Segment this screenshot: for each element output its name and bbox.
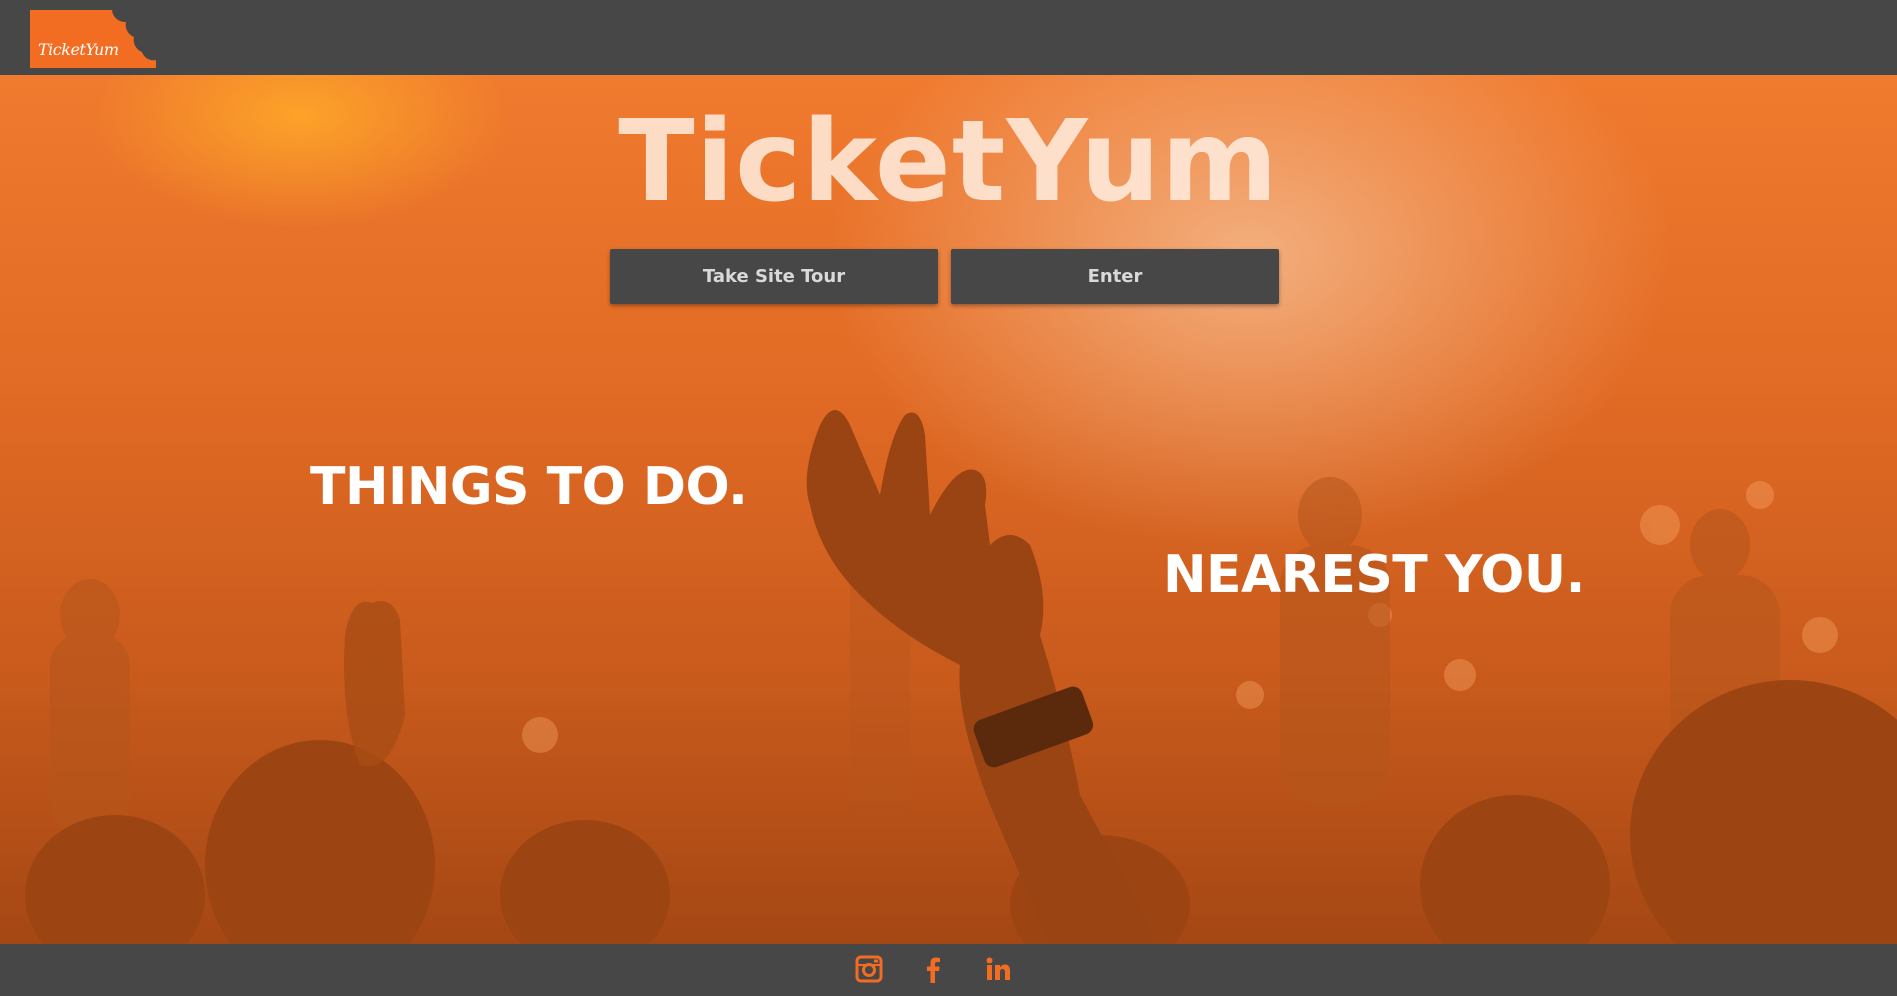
linkedin-icon[interactable] [983, 954, 1013, 984]
logo-script-text: TicketYum [38, 40, 119, 59]
top-navbar: TicketYum [0, 0, 1897, 75]
tagline-nearest-you: NEAREST YOU. [1163, 545, 1585, 605]
take-site-tour-button[interactable]: Take Site Tour [610, 249, 938, 304]
hero-title: TicketYum [618, 97, 1279, 227]
facebook-icon[interactable] [918, 954, 948, 984]
instagram-icon[interactable] [854, 954, 884, 984]
enter-button[interactable]: Enter [951, 249, 1279, 304]
tagline-things-to-do: THINGS TO DO. [310, 457, 748, 517]
ticketyum-logo[interactable]: TicketYum [30, 10, 156, 68]
hero-section: TicketYum Take Site Tour Enter THINGS TO… [0, 75, 1897, 944]
footer-bar [0, 944, 1897, 996]
